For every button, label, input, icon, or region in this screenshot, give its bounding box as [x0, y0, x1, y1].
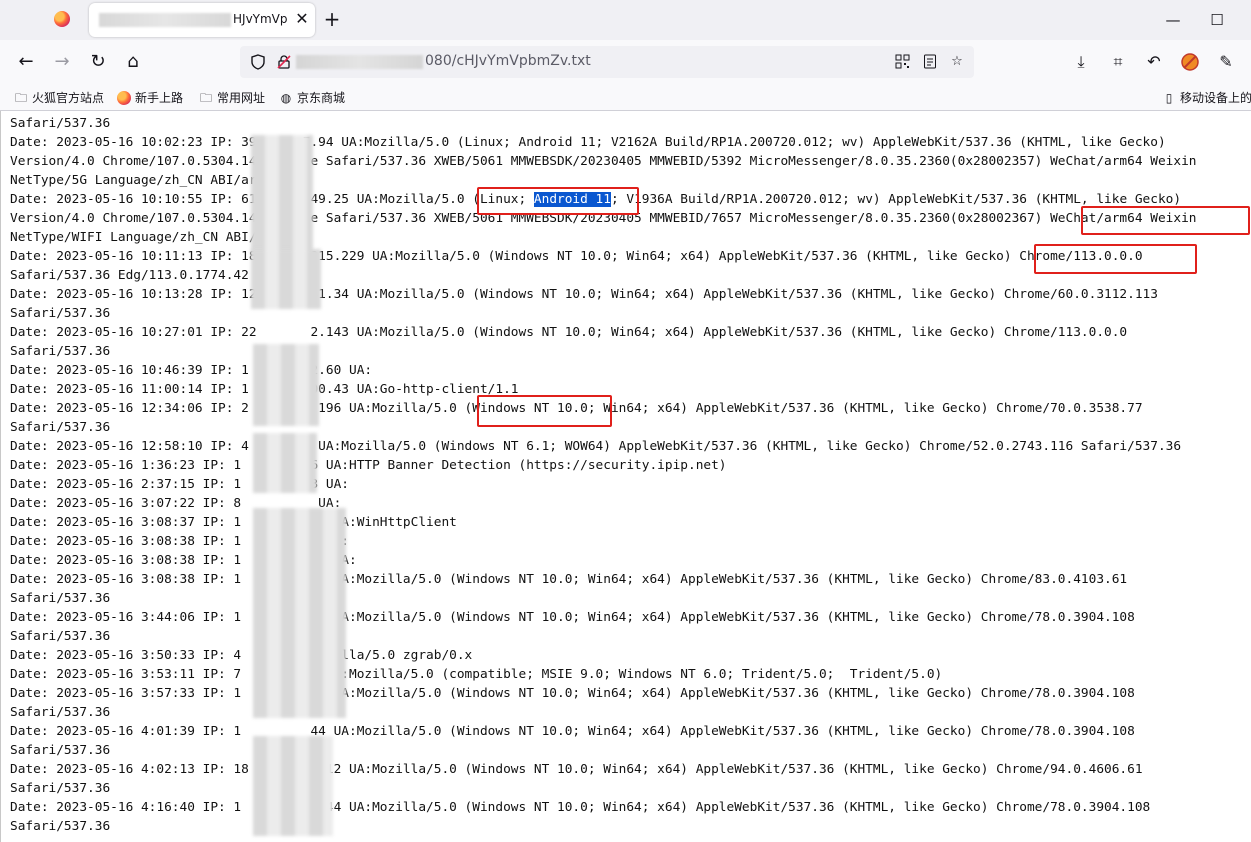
- log-line: Date: 2023-05-16 3:57:33 IP: 1 44 UA:Moz…: [10, 686, 1135, 701]
- bookmark-label: 移动设备上的: [1180, 91, 1251, 105]
- folder-icon: 🗀: [199, 90, 212, 105]
- new-tab-button[interactable]: +: [321, 8, 343, 30]
- log-text: Safari/537.36 Date: 2023-05-16 10:02:23 I…: [10, 114, 1196, 836]
- log-line: Date: 2023-05-16 3:08:38 IP: 1 7 UA:: [10, 534, 349, 549]
- reader-view-icon[interactable]: [922, 54, 938, 70]
- home-button[interactable]: ⌂: [121, 50, 145, 74]
- crop-icon[interactable]: ⌗: [1106, 50, 1130, 74]
- log-line: Safari/537.36 Edg/113.0.1774.42: [10, 268, 249, 283]
- page-content: Safari/537.36 Date: 2023-05-16 10:02:23 I…: [0, 111, 1251, 842]
- annotation-box-windows: [477, 395, 612, 427]
- bookmarks-bar: 🗀 火狐官方站点 新手上路 🗀 常用网址 ◍ 京东商城 ▯ 移动设备上的: [0, 84, 1251, 111]
- bookmark-item[interactable]: ◍ 京东商城: [279, 89, 345, 106]
- log-line: Version/4.0 Chrome/107.0.5304.141 e Safa…: [10, 154, 1197, 169]
- redacted-host: [296, 55, 423, 69]
- redaction-blur: [251, 135, 313, 255]
- reload-button[interactable]: ↻: [86, 50, 110, 74]
- redaction-blur: [253, 433, 317, 493]
- bookmark-label: 新手上路: [135, 91, 184, 105]
- shield-icon[interactable]: [250, 54, 266, 70]
- firefox-icon[interactable]: [54, 11, 70, 27]
- log-line: Date: 2023-05-16 10:02:23 IP: 39. 7.94 U…: [10, 135, 1166, 150]
- log-line: Date: 2023-05-16 3:07:22 IP: 8 UA:: [10, 496, 342, 511]
- minimize-button[interactable]: —: [1162, 9, 1184, 31]
- log-line: Date: 2023-05-16 4:16:40 IP: 1 144 UA:Mo…: [10, 800, 1151, 815]
- log-line: Safari/537.36: [10, 629, 111, 644]
- log-line: Date: 2023-05-16 2:37:15 IP: 1 3 UA:: [10, 477, 349, 492]
- log-line: Date: 2023-05-16 12:58:10 IP: 4 UA:Mozil…: [10, 439, 1182, 454]
- log-line: Safari/537.36: [10, 705, 111, 720]
- log-line: Safari/537.36: [10, 591, 111, 606]
- bookmark-item[interactable]: 🗀 常用网址: [199, 89, 265, 106]
- url-bar[interactable]: 080/cHJvYmVpbmZv.txt ☆: [240, 46, 974, 78]
- folder-icon: 🗀: [14, 90, 27, 105]
- redacted-tab-title: [99, 13, 231, 27]
- mobile-icon: ▯: [1165, 90, 1173, 105]
- bookmark-mobile[interactable]: ▯ 移动设备上的: [1162, 89, 1251, 106]
- undo-icon[interactable]: ↶: [1142, 50, 1166, 74]
- insecure-lock-icon[interactable]: [276, 54, 292, 70]
- close-icon[interactable]: ✕: [292, 9, 312, 29]
- log-line: Date: 2023-05-16 4:01:39 IP: 1 44 UA:Moz…: [10, 724, 1135, 739]
- star-icon[interactable]: ☆: [949, 54, 965, 70]
- url-text[interactable]: 080/cHJvYmVpbmZv.txt: [425, 53, 591, 69]
- extension-red-icon[interactable]: [1178, 50, 1202, 74]
- log-line: Date: 2023-05-16 3:08:38 IP: 1 26 UA:Moz…: [10, 572, 1128, 587]
- tab-title: HJvYmVp: [233, 12, 288, 26]
- bookmark-label: 京东商城: [297, 91, 346, 105]
- annotation-box-android: [477, 187, 639, 215]
- bookmark-item[interactable]: 新手上路: [117, 89, 183, 106]
- log-line: Safari/537.36: [10, 743, 111, 758]
- back-button[interactable]: ←: [14, 50, 38, 74]
- maximize-button[interactable]: ☐: [1206, 9, 1228, 31]
- log-line: Date: 2023-05-16 3:08:38 IP: 1 33 UA:: [10, 553, 357, 568]
- log-line: Date: 2023-05-16 10:13:28 IP: 128 41.34 …: [10, 287, 1158, 302]
- log-line: Date: 2023-05-16 10:46:39 IP: 1 .52.60 U…: [10, 363, 373, 378]
- log-line: Date: 2023-05-16 3:53:11 IP: 7 2 UA:Mozi…: [10, 667, 943, 682]
- redaction-blur: [253, 508, 346, 718]
- log-line: Safari/537.36: [10, 116, 111, 131]
- bookmark-label: 火狐官方站点: [32, 91, 105, 105]
- globe-icon: ◍: [280, 90, 292, 105]
- log-line: Date: 2023-05-16 3:44:06 IP: 1 44 UA:Moz…: [10, 610, 1135, 625]
- log-line: Safari/537.36: [10, 781, 111, 796]
- redaction-blur: [253, 344, 319, 426]
- bookmark-item[interactable]: 🗀 火狐官方站点: [14, 89, 104, 106]
- log-line: Date: 2023-05-16 1:36:23 IP: 1 6 UA:HTTP…: [10, 458, 727, 473]
- qr-code-icon[interactable]: [894, 54, 910, 70]
- log-line: Date: 2023-05-16 10:11:13 IP: 183 215.22…: [10, 249, 1143, 264]
- forward-button[interactable]: →: [50, 50, 74, 74]
- bookmark-label: 常用网址: [217, 91, 266, 105]
- log-line: NetType/WIFI Language/zh_CN ABI/a: [10, 230, 265, 245]
- tab-strip: HJvYmVp ✕ + — ☐: [0, 0, 1251, 40]
- firefox-icon: [117, 90, 131, 105]
- log-line: Safari/537.36: [10, 819, 111, 834]
- tab-active[interactable]: HJvYmVp ✕: [89, 3, 315, 37]
- log-line: Safari/537.36: [10, 344, 111, 359]
- redaction-blur: [251, 249, 321, 309]
- annotation-box-chrome: [1034, 244, 1197, 274]
- download-icon[interactable]: ⤓: [1069, 50, 1093, 74]
- annotation-box-wechat: [1081, 206, 1250, 235]
- puzzle-extensions-icon[interactable]: ✎: [1214, 50, 1238, 74]
- log-line: Date: 2023-05-16 4:02:13 IP: 18 112 UA:M…: [10, 762, 1143, 777]
- log-line: Date: 2023-05-16 3:08:37 IP: 1 33 UA:Win…: [10, 515, 457, 530]
- log-line: Date: 2023-05-16 3:50:33 IP: 4 Mozilla/5…: [10, 648, 473, 663]
- log-line: Date: 2023-05-16 10:27:01 IP: 22 2.143 U…: [10, 325, 1128, 340]
- log-line: Safari/537.36: [10, 306, 111, 321]
- redaction-blur: [253, 736, 333, 836]
